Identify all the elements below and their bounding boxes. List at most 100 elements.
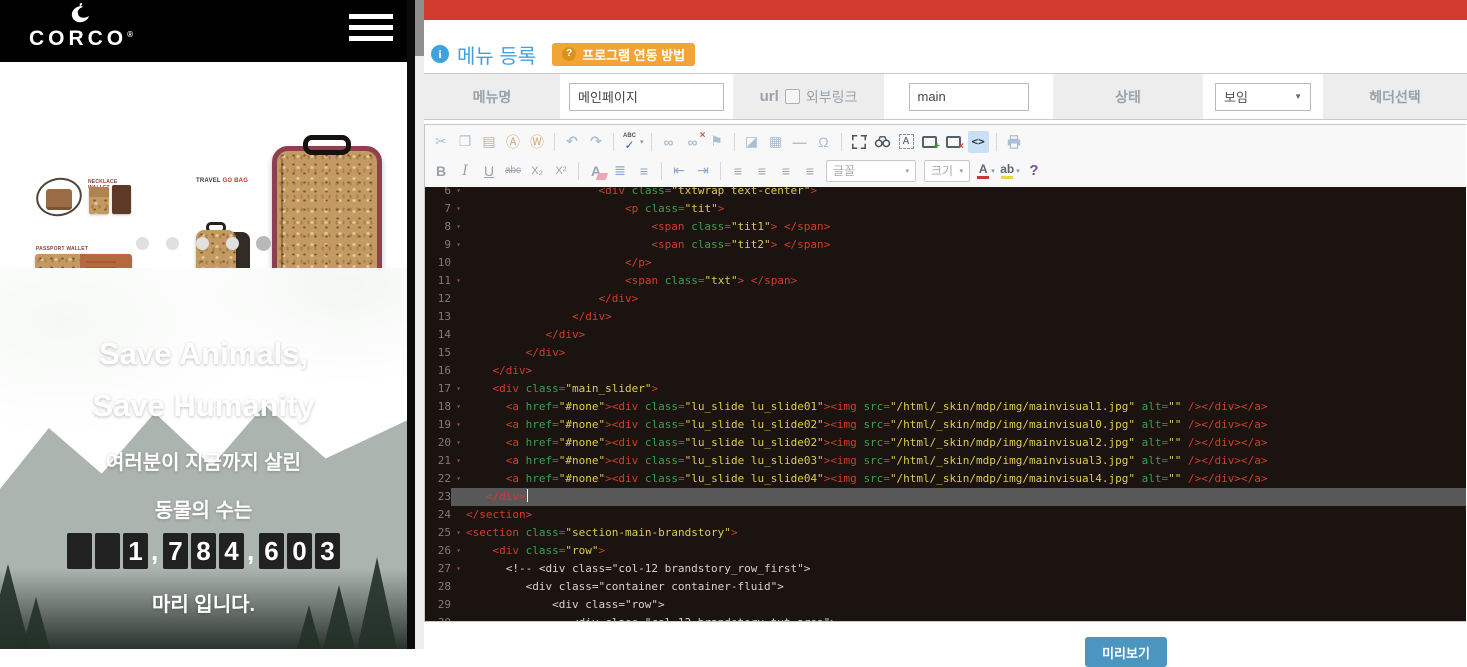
- source-button[interactable]: <>: [968, 131, 989, 153]
- font-combo-button[interactable]: 글꼴▾: [826, 160, 916, 182]
- underline-button[interactable]: U: [479, 159, 499, 183]
- tag-remove-button[interactable]: ×: [944, 130, 964, 154]
- bold-button[interactable]: B: [431, 159, 451, 183]
- code-line-19[interactable]: 19▾ <a href="#none"><div class="lu_slide…: [425, 416, 1466, 434]
- bulleted-list-button[interactable]: ≡: [634, 159, 654, 183]
- code-line-29[interactable]: 29 <div class="row">: [425, 596, 1466, 614]
- code-line-30[interactable]: 30 <div class="col-12 brandstory_txt_are…: [425, 614, 1466, 621]
- subscript-button[interactable]: X₂: [527, 159, 547, 183]
- fold-arrow-icon[interactable]: ▾: [451, 560, 466, 578]
- code-line-10[interactable]: 10 </p>: [425, 254, 1466, 272]
- spell-check-button[interactable]: ABC✓▾: [621, 130, 644, 154]
- url-input[interactable]: [909, 83, 1029, 111]
- slider-dot[interactable]: [196, 237, 209, 250]
- code-line-27[interactable]: 27▾ <!-- <div class="col-12 brandstory_r…: [425, 560, 1466, 578]
- fold-arrow-icon[interactable]: ▾: [451, 524, 466, 542]
- hamburger-menu-icon[interactable]: [349, 14, 393, 48]
- code-line-21[interactable]: 21▾ <a href="#none"><div class="lu_slide…: [425, 452, 1466, 470]
- fold-arrow-icon[interactable]: ▾: [451, 236, 466, 254]
- text-color-button[interactable]: A▾: [976, 159, 996, 183]
- program-link-help-button[interactable]: ? 프로그램 연동 방법: [552, 43, 695, 66]
- anchor-button[interactable]: ⚑: [707, 130, 727, 154]
- source-code-area[interactable]: 6▾ <div class="txtwrap text-center">7▾ <…: [425, 187, 1466, 621]
- code-line-26[interactable]: 26▾ <div class="row">: [425, 542, 1466, 560]
- superscript-button[interactable]: X²: [551, 159, 571, 183]
- paste-text-button[interactable]: Ⓐ: [503, 130, 523, 154]
- corco-logo[interactable]: CORCO®: [22, 3, 140, 49]
- unlink-button[interactable]: ∞: [683, 130, 703, 154]
- code-line-11[interactable]: 11▾ <span class="txt"> </span>: [425, 272, 1466, 290]
- link-button[interactable]: ∞: [659, 130, 679, 154]
- fold-arrow-icon[interactable]: ▾: [451, 200, 466, 218]
- slider-dot[interactable]: [226, 237, 239, 250]
- external-link-checkbox[interactable]: [785, 89, 800, 104]
- undo-button[interactable]: ↶: [562, 130, 582, 154]
- fold-arrow-icon[interactable]: ▾: [451, 452, 466, 470]
- code-line-14[interactable]: 14 </div>: [425, 326, 1466, 344]
- code-line-6[interactable]: 6▾ <div class="txtwrap text-center">: [425, 187, 1466, 200]
- copy-button[interactable]: ❐: [455, 130, 475, 154]
- slider-dot[interactable]: [256, 236, 271, 251]
- italic-button[interactable]: I: [455, 159, 475, 183]
- wallet-cork-image[interactable]: [89, 187, 109, 214]
- strikethrough-button[interactable]: abc: [503, 159, 523, 183]
- fold-arrow-icon[interactable]: ▾: [451, 380, 466, 398]
- indent-button[interactable]: ⇥: [693, 159, 713, 183]
- fold-arrow-icon[interactable]: ▾: [451, 416, 466, 434]
- fold-arrow-icon[interactable]: ▾: [451, 218, 466, 236]
- code-line-28[interactable]: 28 <div class="container container-fluid…: [425, 578, 1466, 596]
- select-all-button[interactable]: A: [899, 134, 914, 149]
- fold-arrow-icon[interactable]: ▾: [451, 470, 466, 488]
- code-line-16[interactable]: 16 </div>: [425, 362, 1466, 380]
- status-select[interactable]: 보임 ▼: [1215, 83, 1311, 111]
- code-line-23[interactable]: 23 </div>: [425, 488, 1466, 506]
- print-button[interactable]: [1004, 130, 1024, 154]
- code-line-22[interactable]: 22▾ <a href="#none"><div class="lu_slide…: [425, 470, 1466, 488]
- align-center-button[interactable]: ≡: [752, 159, 772, 183]
- code-line-9[interactable]: 9▾ <span class="tit2"> </span>: [425, 236, 1466, 254]
- align-right-button[interactable]: ≡: [776, 159, 796, 183]
- table-button[interactable]: ▦: [766, 130, 786, 154]
- slider-dot[interactable]: [136, 237, 149, 250]
- redo-button[interactable]: ↷: [586, 130, 606, 154]
- maximize-button[interactable]: [849, 130, 869, 154]
- fold-arrow-icon[interactable]: ▾: [451, 434, 466, 452]
- large-backpack-image[interactable]: [272, 146, 382, 268]
- fold-arrow-icon[interactable]: ▾: [451, 187, 466, 200]
- about-button[interactable]: ?: [1024, 159, 1044, 183]
- outdent-button[interactable]: ⇤: [669, 159, 689, 183]
- code-line-25[interactable]: 25▾<section class="section-main-brandsto…: [425, 524, 1466, 542]
- passport-wallet-image[interactable]: [35, 254, 132, 268]
- preview-confirm-button[interactable]: 미리보기: [1085, 637, 1167, 667]
- tag-add-button[interactable]: +: [920, 130, 940, 154]
- align-justify-button[interactable]: ≡: [800, 159, 820, 183]
- code-line-18[interactable]: 18▾ <a href="#none"><div class="lu_slide…: [425, 398, 1466, 416]
- menu-name-input[interactable]: [569, 83, 724, 111]
- align-left-button[interactable]: ≡: [728, 159, 748, 183]
- code-line-12[interactable]: 12 </div>: [425, 290, 1466, 308]
- paste-button[interactable]: ▤: [479, 130, 499, 154]
- code-line-20[interactable]: 20▾ <a href="#none"><div class="lu_slide…: [425, 434, 1466, 452]
- size-combo-button[interactable]: 크기▾: [924, 160, 970, 182]
- code-line-24[interactable]: 24</section>: [425, 506, 1466, 524]
- scrollbar-thumb[interactable]: [415, 0, 424, 56]
- numbered-list-button[interactable]: ≣: [610, 159, 630, 183]
- image-button[interactable]: ◪: [742, 130, 762, 154]
- code-line-8[interactable]: 8▾ <span class="tit1"> </span>: [425, 218, 1466, 236]
- cut-button[interactable]: ✂: [431, 130, 451, 154]
- code-line-17[interactable]: 17▾ <div class="main_slider">: [425, 380, 1466, 398]
- wallet-brown-image[interactable]: [112, 185, 131, 214]
- fold-arrow-icon[interactable]: ▾: [451, 398, 466, 416]
- code-line-15[interactable]: 15 </div>: [425, 344, 1466, 362]
- vertical-scrollbar[interactable]: [415, 0, 424, 649]
- code-line-7[interactable]: 7▾ <p class="tit">: [425, 200, 1466, 218]
- fold-arrow-icon[interactable]: ▾: [451, 272, 466, 290]
- remove-format-button[interactable]: A: [586, 159, 606, 183]
- bg-color-button[interactable]: ab▾: [1000, 159, 1020, 183]
- find-replace-button[interactable]: [873, 130, 893, 154]
- horizontal-line-button[interactable]: ―: [790, 130, 810, 154]
- slider-dot[interactable]: [166, 237, 179, 250]
- paste-word-button[interactable]: Ⓦ: [527, 130, 547, 154]
- fold-arrow-icon[interactable]: ▾: [451, 542, 466, 560]
- special-char-button[interactable]: Ω: [814, 130, 834, 154]
